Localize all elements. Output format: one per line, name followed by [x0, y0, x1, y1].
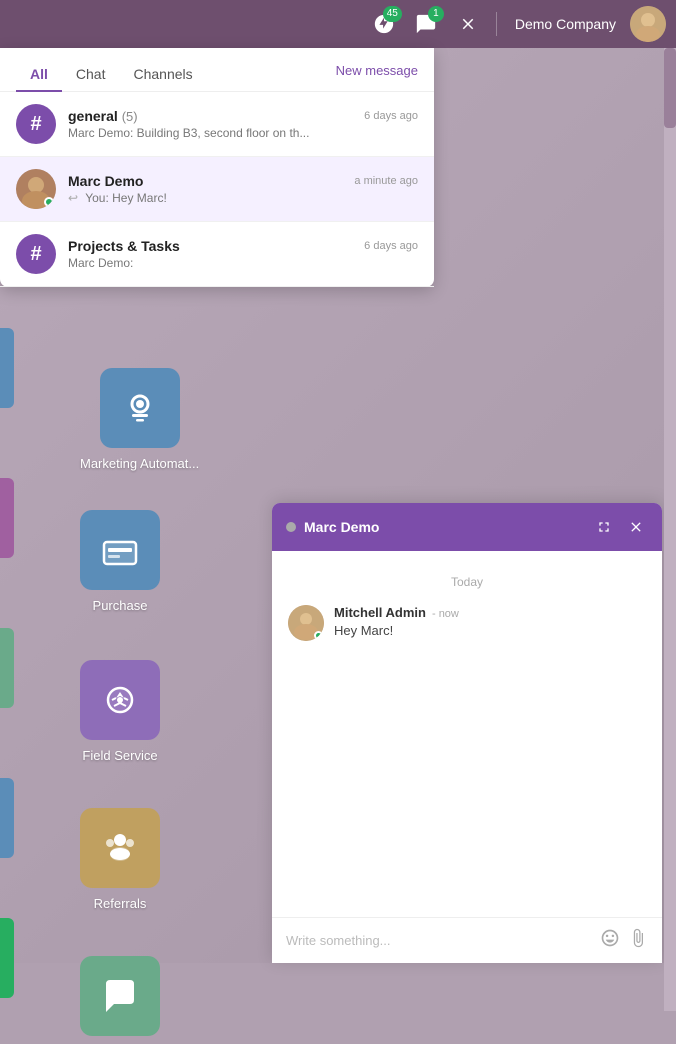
partial-bar-2	[0, 328, 14, 408]
chat-info-projects: Projects & Tasks 6 days ago Marc Demo:	[68, 238, 418, 270]
avatar-marc-demo	[16, 169, 56, 209]
marketing-icon	[100, 368, 180, 448]
chat-window: Marc Demo Today M	[272, 503, 662, 963]
chat-window-header: Marc Demo	[272, 503, 662, 551]
chat-messages: Today Mitchell Admin - now Hey Marc!	[272, 551, 662, 917]
user-status-indicator	[286, 522, 296, 532]
chat-time-general: 6 days ago	[364, 110, 418, 122]
company-name: Demo Company	[515, 16, 616, 32]
chat-icon[interactable]: 1	[408, 6, 444, 42]
message-row: Mitchell Admin - now Hey Marc!	[288, 605, 646, 641]
chat2-icon	[80, 956, 160, 1036]
chat-time-marc: a minute ago	[354, 175, 418, 187]
app-label-purchase: Purchase	[93, 598, 148, 613]
message-sender: Mitchell Admin	[334, 605, 426, 620]
list-item[interactable]: # Projects & Tasks 6 days ago Marc Demo:	[0, 222, 434, 287]
app-label-marketing: Marketing Automat...	[80, 456, 199, 471]
tab-chat[interactable]: Chat	[62, 58, 120, 92]
chat-preview-projects: Marc Demo:	[68, 256, 418, 270]
partial-bar-6	[0, 918, 14, 998]
online-indicator	[44, 197, 54, 207]
reply-icon: ↩	[68, 191, 78, 205]
chat-message-input[interactable]	[286, 933, 592, 948]
chat-time-projects: 6 days ago	[364, 240, 418, 252]
scrollbar-track	[664, 48, 676, 1011]
partial-bar-3	[0, 478, 14, 558]
chat-info-general: general (5) 6 days ago Marc Demo: Buildi…	[68, 108, 418, 140]
tab-channels[interactable]: Channels	[119, 58, 206, 92]
message-time: - now	[432, 608, 459, 620]
app-tile-chat2[interactable]	[80, 956, 160, 1044]
chat-window-close-icon[interactable]	[624, 515, 648, 539]
chat-name-projects: Projects & Tasks	[68, 238, 180, 254]
app-tile-marketing[interactable]: Marketing Automat...	[80, 368, 199, 471]
chat-info-marc: Marc Demo a minute ago ↩ You: Hey Marc!	[68, 173, 418, 205]
emoji-icon[interactable]	[600, 928, 620, 953]
user-avatar[interactable]	[630, 6, 666, 42]
close-icon[interactable]	[450, 6, 486, 42]
message-text: Hey Marc!	[334, 623, 646, 638]
new-message-button[interactable]: New message	[336, 63, 418, 86]
app-label-fieldservice: Field Service	[82, 748, 157, 763]
message-avatar	[288, 605, 324, 641]
attachment-icon[interactable]	[628, 928, 648, 953]
list-item[interactable]: Marc Demo a minute ago ↩ You: Hey Marc!	[0, 157, 434, 222]
app-label-referrals: Referrals	[94, 896, 147, 911]
list-item[interactable]: # general (5) 6 days ago Marc Demo: Buil…	[0, 92, 434, 157]
scrollbar-thumb[interactable]	[664, 48, 676, 128]
message-content: Mitchell Admin - now Hey Marc!	[334, 605, 646, 641]
app-tile-referrals[interactable]: Referrals	[80, 808, 160, 911]
expand-icon[interactable]	[592, 515, 616, 539]
chat-name-marc: Marc Demo	[68, 173, 143, 189]
chat-window-username: Marc Demo	[304, 519, 584, 535]
chat-input-area	[272, 917, 662, 963]
date-separator: Today	[288, 575, 646, 589]
chat-panel: All Chat Channels New message # general …	[0, 48, 434, 287]
partial-bar-4	[0, 628, 14, 708]
chat-name-general: general (5)	[68, 108, 138, 124]
chat-tabs: All Chat Channels New message	[0, 48, 434, 92]
channel-avatar-projects: #	[16, 234, 56, 274]
referrals-icon	[80, 808, 160, 888]
activity-badge: 45	[383, 6, 402, 22]
partial-bar-5	[0, 778, 14, 858]
tab-all[interactable]: All	[16, 58, 62, 92]
chat-badge: 1	[428, 6, 444, 22]
activity-icon[interactable]: 45	[366, 6, 402, 42]
online-status-dot	[314, 631, 323, 640]
divider	[496, 12, 497, 36]
channel-avatar-general: #	[16, 104, 56, 144]
topbar: 45 1 Demo Company	[0, 0, 676, 48]
app-tile-purchase[interactable]: Purchase	[80, 510, 160, 613]
chat-preview-general: Marc Demo: Building B3, second floor on …	[68, 126, 418, 140]
purchase-icon	[80, 510, 160, 590]
chat-preview-marc: ↩ You: Hey Marc!	[68, 191, 418, 205]
fieldservice-icon	[80, 660, 160, 740]
app-tile-fieldservice[interactable]: Field Service	[80, 660, 160, 763]
